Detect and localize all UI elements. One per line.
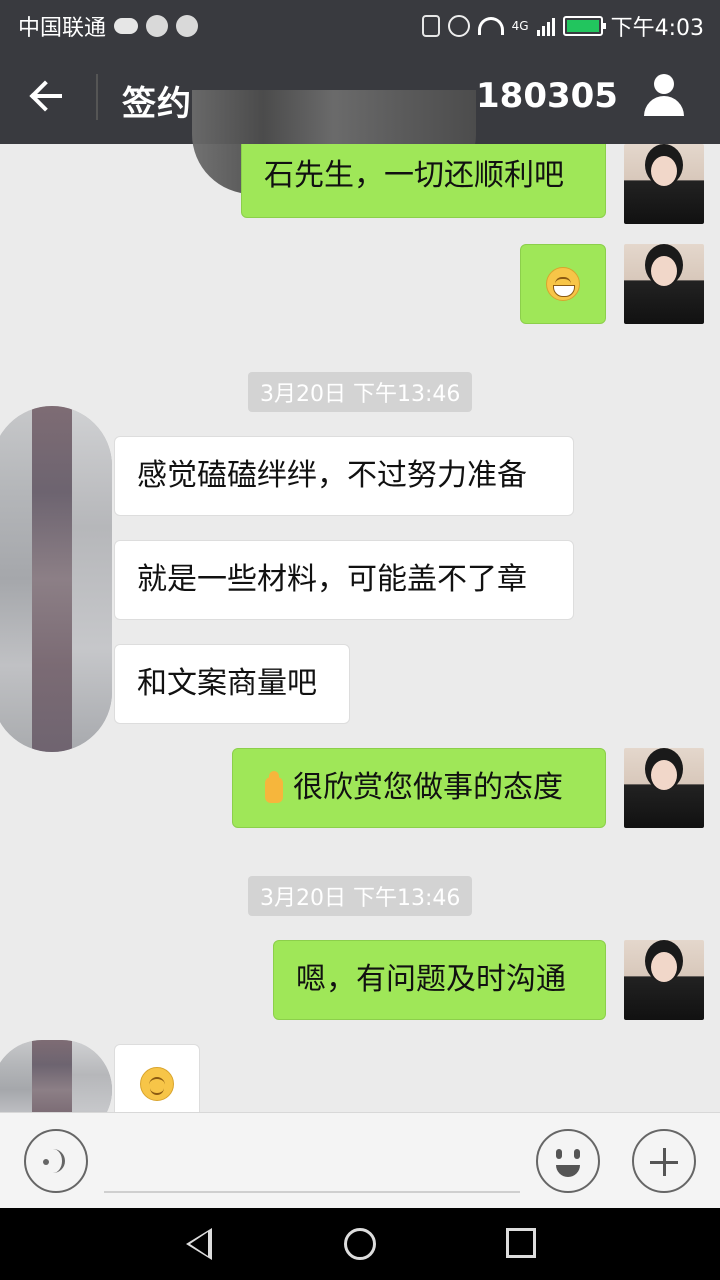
vibrate-icon bbox=[421, 15, 440, 37]
status-left: 中国联通 bbox=[18, 10, 199, 42]
nav-home-icon[interactable] bbox=[344, 1228, 376, 1260]
alarm-icon bbox=[447, 15, 470, 37]
carrier-label: 中国联通 bbox=[18, 16, 107, 41]
my-avatar[interactable] bbox=[624, 748, 704, 828]
network-type: 4G bbox=[511, 19, 529, 33]
message-bubble[interactable]: 石先生，一切还顺利吧 bbox=[241, 144, 606, 218]
my-avatar[interactable] bbox=[624, 940, 704, 1020]
wifi-icon bbox=[477, 17, 504, 35]
timestamp: 3月20日 下午13:46 bbox=[248, 372, 473, 412]
message-text: 和文案商量吧 bbox=[137, 666, 317, 701]
contact-avatar[interactable] bbox=[0, 406, 112, 752]
chat-header: 签约 180305 bbox=[0, 48, 720, 194]
chat-area[interactable]: 石先生，一切还顺利吧 3月20日 下午13:46 感觉磕磕绊绊，不过努力准备 就… bbox=[0, 144, 720, 1112]
battery-icon bbox=[562, 16, 606, 36]
back-arrow-icon[interactable] bbox=[26, 76, 70, 116]
nav-recent-apps-icon[interactable] bbox=[506, 1228, 536, 1258]
app-notification-icon bbox=[146, 15, 169, 37]
message-bubble[interactable] bbox=[114, 1044, 200, 1112]
message-row bbox=[0, 244, 720, 324]
message-bubble[interactable] bbox=[520, 244, 606, 324]
grinning-face-icon bbox=[546, 267, 580, 301]
my-avatar[interactable] bbox=[624, 244, 704, 324]
plus-icon[interactable] bbox=[632, 1129, 696, 1193]
clock: 下午4:03 bbox=[610, 16, 704, 41]
header-divider bbox=[96, 74, 98, 120]
message-input[interactable] bbox=[104, 1191, 520, 1193]
message-text: 感觉磕磕绊绊，不过努力准备 bbox=[137, 458, 527, 493]
status-bar: 中国联通 4G 下午4:03 bbox=[0, 0, 720, 48]
status-right: 4G 下午4:03 bbox=[421, 10, 704, 42]
message-text: 很欣赏您做事的态度 bbox=[293, 770, 563, 805]
timestamp-text: 3月20日 下午13:46 bbox=[260, 382, 461, 407]
message-bubble[interactable]: 感觉磕磕绊绊，不过努力准备 bbox=[114, 436, 574, 516]
message-bubble[interactable]: 和文案商量吧 bbox=[114, 644, 350, 724]
system-navbar bbox=[0, 1208, 720, 1280]
chat-info-person-icon[interactable] bbox=[642, 74, 686, 118]
input-bar bbox=[0, 1112, 720, 1208]
message-bubble[interactable]: 就是一些材料，可能盖不了章 bbox=[114, 540, 574, 620]
thumbs-up-icon bbox=[255, 771, 289, 805]
timestamp: 3月20日 下午13:46 bbox=[248, 876, 473, 916]
chat-title-suffix: 180305 bbox=[476, 76, 618, 116]
qq-icon bbox=[176, 15, 199, 37]
message-bubble[interactable]: 很欣赏您做事的态度 bbox=[232, 748, 606, 828]
my-avatar[interactable] bbox=[624, 144, 704, 224]
contact-avatar[interactable] bbox=[0, 1040, 112, 1112]
voice-input-icon[interactable] bbox=[24, 1129, 88, 1193]
chat-title: 签约 bbox=[122, 84, 192, 124]
timestamp-text: 3月20日 下午13:46 bbox=[260, 886, 461, 911]
nav-back-icon[interactable] bbox=[186, 1228, 212, 1260]
weather-icon bbox=[114, 18, 139, 34]
message-text: 石先生，一切还顺利吧 bbox=[264, 158, 564, 193]
message-bubble[interactable]: 嗯，有问题及时沟通 bbox=[273, 940, 606, 1020]
smiling-face-icon bbox=[140, 1067, 174, 1101]
message-text: 就是一些材料，可能盖不了章 bbox=[137, 562, 527, 597]
message-row: 石先生，一切还顺利吧 bbox=[0, 144, 720, 224]
emoji-icon[interactable] bbox=[536, 1129, 600, 1193]
signal-icon bbox=[536, 16, 555, 36]
message-text: 嗯，有问题及时沟通 bbox=[296, 962, 566, 997]
